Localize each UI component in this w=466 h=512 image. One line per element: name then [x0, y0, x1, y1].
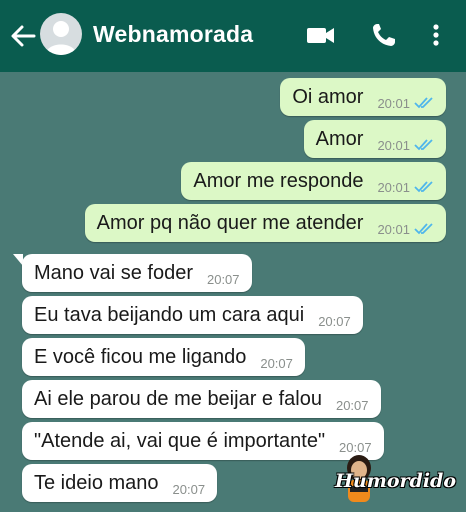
message-bubble-outgoing[interactable]: Amor 20:01: [303, 120, 446, 158]
message-time: 20:07: [335, 397, 369, 413]
message-bubble-incoming[interactable]: Te ideio mano 20:07: [22, 464, 218, 502]
message-text: E você ficou me ligando: [34, 345, 247, 368]
message-time: 20:01: [377, 137, 410, 153]
message-bubble-outgoing[interactable]: Amor pq não quer me atender 20:01: [84, 204, 446, 242]
read-ticks-icon: [414, 97, 433, 109]
message-text: Amor: [315, 127, 364, 150]
chat-area[interactable]: Oi amor 20:01 Amor 20:01 Amor me respond…: [0, 72, 466, 512]
message-text: Amor pq não quer me atender: [96, 211, 364, 234]
message-time: 20:01: [377, 95, 410, 111]
message-bubble-incoming[interactable]: E você ficou me ligando 20:07: [22, 338, 305, 376]
message-text: "Atende ai, vai que é importante": [34, 429, 326, 452]
message-bubble-outgoing[interactable]: Oi amor 20:01: [280, 78, 446, 116]
back-arrow-icon[interactable]: [8, 22, 38, 50]
message-text: Ai ele parou de me beijar e falou: [34, 387, 322, 410]
contact-name[interactable]: Webnamorada: [93, 21, 253, 48]
message-bubble-outgoing[interactable]: Amor me responde 20:01: [181, 162, 446, 200]
message-time: 20:01: [377, 179, 410, 195]
read-ticks-icon: [414, 181, 433, 193]
watermark-text: Humordido: [334, 470, 456, 492]
message-bubble-incoming[interactable]: Eu tava beijando um cara aqui 20:07: [22, 296, 363, 334]
chat-header: Webnamorada: [0, 0, 466, 72]
message-time: 20:01: [377, 221, 410, 237]
bubble-tail: [424, 80, 434, 92]
message-time: 20:07: [260, 355, 293, 371]
message-text: Oi amor: [292, 85, 364, 108]
avatar[interactable]: [40, 13, 82, 55]
video-call-icon[interactable]: [305, 20, 337, 50]
message-text: Eu tava beijando um cara aqui: [34, 303, 305, 326]
message-text: Te ideio mano: [34, 471, 159, 494]
message-text: Amor me responde: [193, 169, 364, 192]
message-time: 20:07: [172, 481, 206, 497]
message-time: 20:07: [206, 271, 240, 287]
message-bubble-incoming[interactable]: Mano vai se foder 20:07: [22, 254, 252, 292]
message-time: 20:07: [318, 313, 351, 329]
more-vertical-icon[interactable]: [430, 20, 442, 50]
message-bubble-incoming[interactable]: Ai ele parou de me beijar e falou 20:07: [22, 380, 381, 418]
message-text: Mano vai se foder: [34, 261, 193, 284]
read-ticks-icon: [414, 139, 433, 151]
phone-icon[interactable]: [370, 20, 398, 50]
watermark: Humordido: [335, 452, 460, 506]
message-bubble-incoming[interactable]: "Atende ai, vai que é importante" 20:07: [22, 422, 384, 460]
read-ticks-icon: [414, 223, 433, 235]
